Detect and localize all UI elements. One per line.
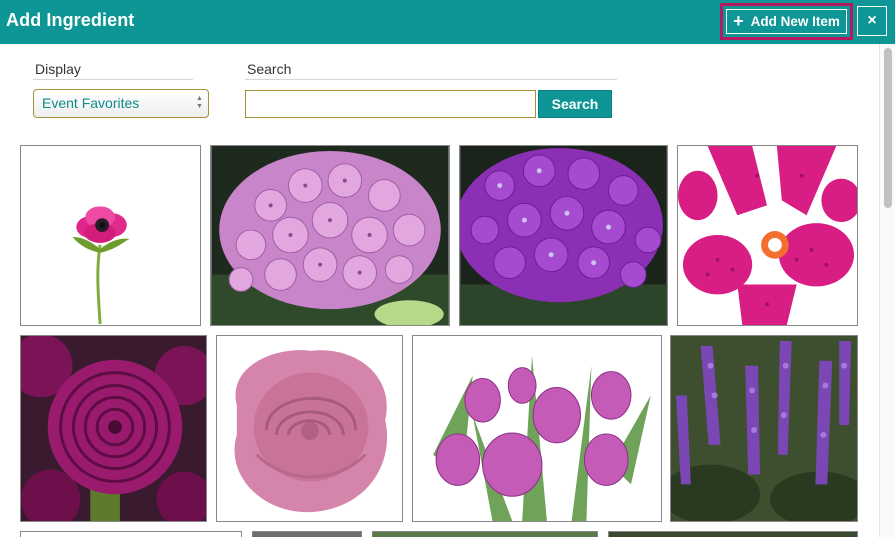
dialog-title: Add Ingredient <box>6 10 135 30</box>
ingredient-tile-purple-hydrangea[interactable] <box>459 145 668 326</box>
add-new-item-button-inner[interactable]: + Add New Item <box>726 9 847 34</box>
orchid-image <box>678 146 857 325</box>
ingredient-tile-veronica[interactable] <box>670 335 858 522</box>
add-new-item-button[interactable]: + Add New Item <box>720 3 853 40</box>
ingredient-tile-orchid[interactable] <box>677 145 858 326</box>
select-arrows-icon: ▲ ▼ <box>196 95 203 110</box>
anemone-image <box>21 146 200 325</box>
display-select[interactable]: Event Favorites ▲ ▼ <box>33 89 209 118</box>
plus-icon: + <box>733 10 744 31</box>
ingredient-tile-partial[interactable] <box>20 531 242 537</box>
search-input[interactable] <box>245 90 536 118</box>
search-label-divider <box>245 79 617 80</box>
ingredient-tile-ranunculus[interactable] <box>20 335 207 522</box>
purple-hydrangea-image <box>460 146 667 325</box>
search-button[interactable]: Search <box>538 90 612 118</box>
search-label: Search <box>247 61 292 77</box>
display-label-divider <box>33 79 193 80</box>
scrollbar-thumb[interactable] <box>884 48 892 208</box>
veronica-image <box>671 336 857 521</box>
close-icon: × <box>867 12 877 29</box>
pink-hydrangea-image <box>211 146 449 325</box>
close-button[interactable]: × <box>857 6 887 36</box>
display-select-value: Event Favorites <box>42 95 140 111</box>
add-new-item-label: Add New Item <box>750 14 840 29</box>
add-ingredient-dialog: Add Ingredient + Add New Item × Display … <box>0 0 895 537</box>
ingredient-tile-partial[interactable] <box>252 531 362 537</box>
tulips-image <box>413 336 661 521</box>
ingredient-tile-pink-hydrangea[interactable] <box>210 145 450 326</box>
ingredient-tile-rose[interactable] <box>216 335 403 522</box>
ingredient-tile-partial[interactable] <box>372 531 598 537</box>
rose-image <box>217 336 402 521</box>
ranunculus-image <box>21 336 206 521</box>
dialog-header: Add Ingredient + Add New Item × <box>0 0 895 44</box>
ingredient-tile-partial[interactable] <box>608 531 858 537</box>
display-label: Display <box>35 61 81 77</box>
ingredient-tile-tulips[interactable] <box>412 335 662 522</box>
vertical-scrollbar[interactable] <box>879 44 895 537</box>
ingredient-tile-anemone[interactable] <box>20 145 201 326</box>
